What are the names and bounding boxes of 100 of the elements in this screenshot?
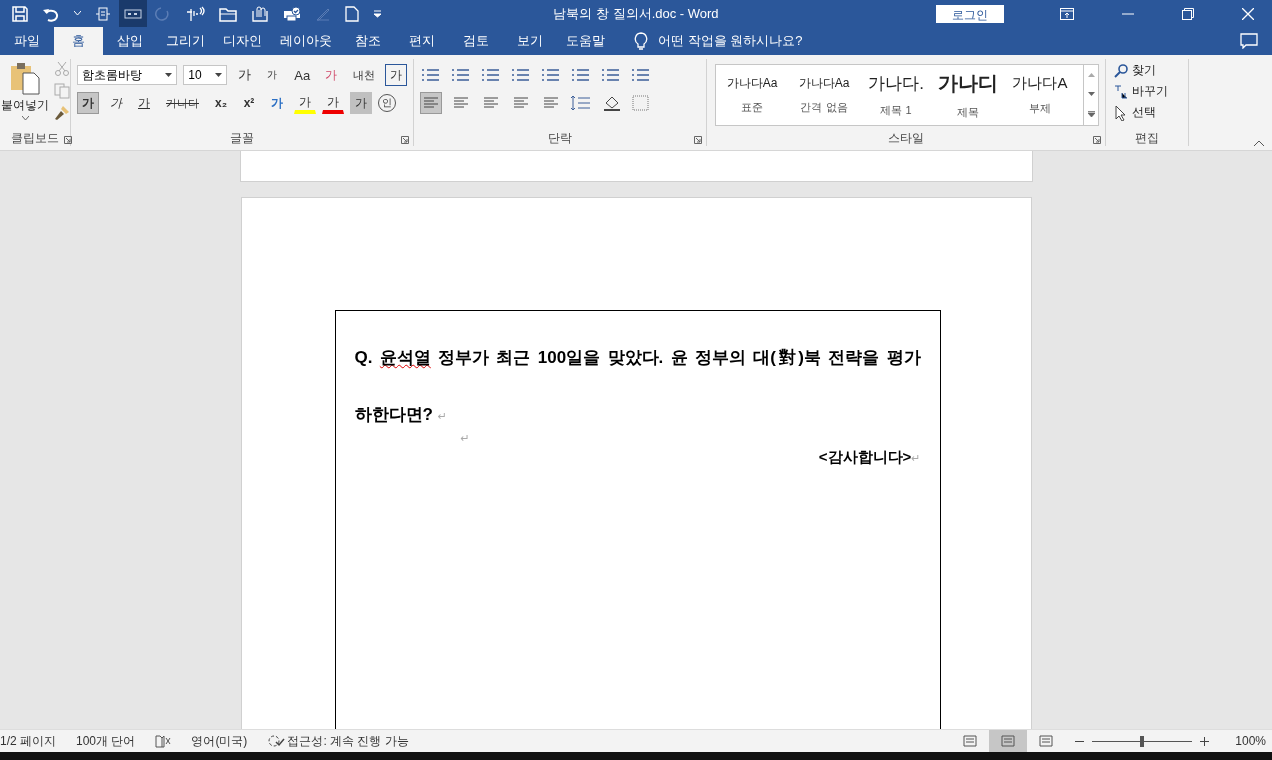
font-tool-button[interactable]: Aa [289,64,315,86]
ribbon-tab[interactable]: 참조 [350,27,386,55]
align-icon [453,96,469,110]
question-text: Q. 윤석열 정부가 최근 100일을 맞았다. 윤 정부의 대(對)북 전략을 평가 [354,347,921,369]
close-icon[interactable] [1242,7,1254,20]
align-icon [513,96,529,110]
paragraph-mark: ↵ [460,432,470,444]
customize-toolbar-icon[interactable] [373,9,382,18]
bullets-icon[interactable] [420,67,442,83]
ribbon-tab[interactable]: 삽입 [112,27,148,55]
font-tool-button[interactable]: 가 [233,64,256,86]
style-item[interactable]: 가나다Aa 표준 [716,65,788,125]
more-styles-icon[interactable] [1087,111,1095,118]
collapse-ribbon-icon[interactable] [1254,140,1264,146]
scroll-down-icon[interactable] [1087,92,1095,96]
copy-icon [54,83,70,99]
style-item[interactable]: 가나다Aa 간격 없음 [788,65,860,125]
minimize-icon[interactable] [1122,12,1134,15]
ribbon-tab[interactable]: 레이아웃 [280,27,332,55]
paragraph-mark: ↵ [437,410,447,422]
search-icon [1114,63,1128,78]
cut-icon [54,61,70,77]
font-format-button[interactable]: 가 [133,92,155,114]
font-format-button[interactable]: 가나다 [161,92,204,114]
font-format-button[interactable]: x² [238,92,260,114]
dialog-launcher-icon[interactable] [64,136,72,144]
ribbon-tab[interactable]: 디자인 [223,27,262,55]
closing-text: <감사합니다> [818,448,912,465]
view-icon [962,734,979,748]
view-icon [1038,734,1055,748]
font-tool-button[interactable]: 가 [385,64,407,86]
ribbon-tab[interactable]: 보기 [512,27,548,55]
ribbon-tab[interactable]: 편지 [404,27,440,55]
font-format-button[interactable]: 가 [322,92,344,114]
accessibility-status[interactable]: 접근성: 계속 진행 가능 [287,732,409,750]
font-format-button[interactable]: x₂ [210,92,232,114]
font-tool-button[interactable]: 가 [261,64,284,86]
font-size-field[interactable]: 10 [183,65,228,85]
font-tool-button[interactable]: 가 [320,64,343,86]
align-icon [543,96,559,110]
clipboard-icon [9,61,41,95]
view-toggle-button[interactable] [119,0,147,27]
editing-button[interactable]: 선택 [1112,103,1182,122]
attachment-icon[interactable] [251,5,269,22]
word-count[interactable]: 100개 단어 [76,732,136,750]
zoom-level[interactable]: 100% [1235,734,1266,748]
style-item[interactable]: 가나디 제목 [932,65,1004,125]
printer-icon[interactable] [283,5,301,22]
group-label: 클립보드 [11,131,59,145]
group-label: 단락 [548,131,572,145]
comment-icon[interactable] [1240,33,1258,49]
caret-icon [215,73,223,77]
font-format-button[interactable]: 가 [105,92,127,114]
style-item[interactable]: 가나다. 제목 1 [860,65,932,125]
paste-button[interactable]: 붙여넣기 [0,61,50,121]
format-painter-icon[interactable] [54,105,70,121]
group-label: 글꼴 [230,131,254,145]
restore-icon[interactable] [1182,7,1194,20]
paragraph-mark: ↵ [911,452,921,464]
editing-button[interactable]: 바꾸기 [1112,82,1182,101]
question-text: 하한다면? [354,405,433,424]
proofing-icon[interactable] [155,734,172,748]
replace-icon [1114,83,1128,100]
editing-button[interactable]: 찾기 [1112,61,1182,80]
new-document-icon[interactable] [345,5,359,22]
style-item[interactable]: 가나다A 부제 [1004,65,1076,125]
align-icon [423,96,439,110]
language-indicator[interactable]: 영어(미국) [191,732,248,750]
page-count[interactable]: 1/2 페이지 [0,732,56,750]
view-icon [124,8,142,19]
font-format-button[interactable]: 가 [266,92,288,114]
cursor-icon [1114,104,1128,121]
ribbon-tab[interactable]: 홈 [54,27,103,55]
caret-icon[interactable] [74,11,81,16]
print-layout-button[interactable] [989,730,1028,752]
group-label: 스타일 [888,131,924,145]
dialog-launcher-icon[interactable] [401,136,409,144]
ribbon-tab[interactable]: 그리기 [166,27,205,55]
ribbon-display-icon[interactable] [1060,7,1074,20]
font-format-button[interactable]: 가 [294,92,316,114]
login-button[interactable]: 로그인 [936,4,1004,23]
dialog-launcher-icon[interactable] [694,136,702,144]
save-icon[interactable] [12,5,28,22]
tell-me-field[interactable]: 어떤 작업을 원하시나요? [658,32,803,50]
font-format-button[interactable]: 가 [77,92,99,114]
font-name-field[interactable]: 함초롬바탕 [77,65,178,85]
zoom-in-icon[interactable] [1200,736,1210,746]
font-tool-button[interactable]: 내천 [348,64,379,86]
ribbon-tab[interactable]: 파일 [9,27,45,55]
dialog-launcher-icon[interactable] [1093,136,1101,144]
redo-icon [155,5,171,22]
ribbon-tab[interactable]: 도움말 [566,27,605,55]
font-format-button[interactable]: 가 [350,92,372,114]
read-aloud-icon[interactable] [185,5,205,22]
folder-icon[interactable] [219,5,237,22]
touch-mode-icon[interactable] [95,5,111,22]
align-icon [483,96,499,110]
lightbulb-icon [634,32,648,50]
ribbon-tab[interactable]: 검토 [458,27,494,55]
accessibility-icon[interactable] [267,734,286,748]
